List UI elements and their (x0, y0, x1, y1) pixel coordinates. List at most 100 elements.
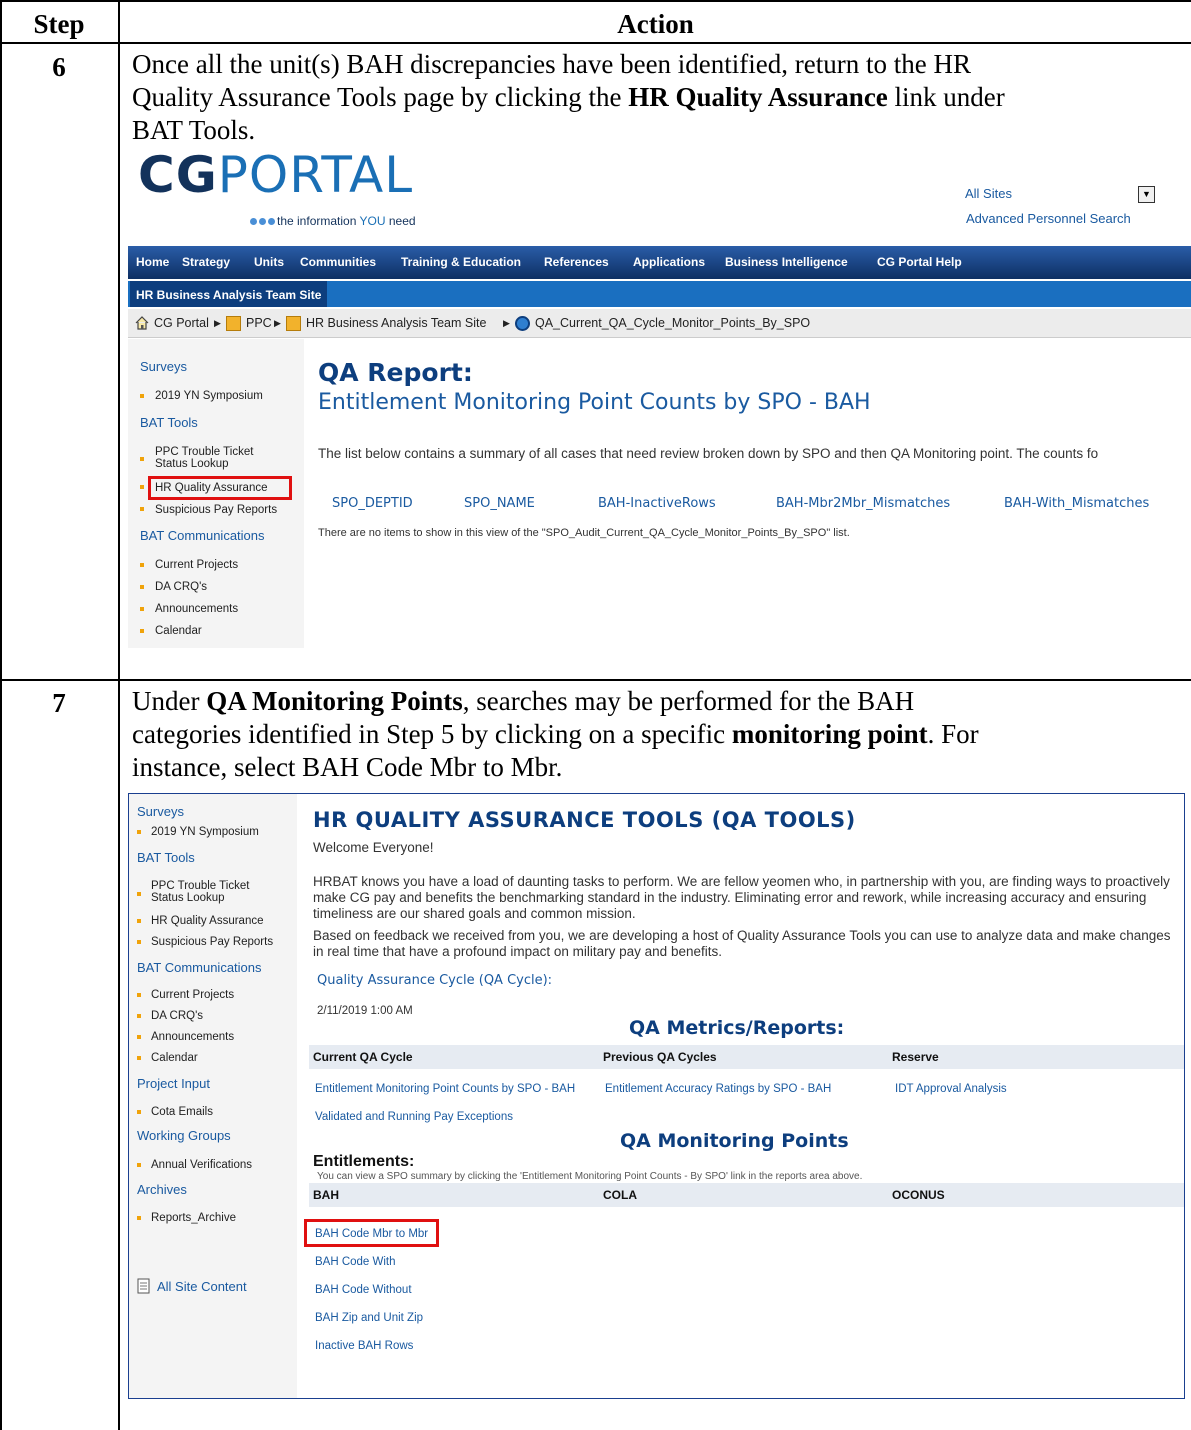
report-subtitle: Entitlement Monitoring Point Counts by S… (318, 390, 871, 415)
breadcrumb-hr-business-analysis-team-site[interactable]: HR Business Analysis Team Site (306, 316, 486, 330)
nav-ppc-trouble-ticket[interactable]: PPC Trouble Ticket Status Lookup (155, 446, 253, 470)
nav-current-projects[interactable]: Current Projects (155, 559, 238, 571)
document-icon (137, 1278, 150, 1294)
link-idt-approval-analysis[interactable]: IDT Approval Analysis (895, 1083, 1007, 1095)
nav-suspicious-pay-reports[interactable]: Suspicious Pay Reports (155, 504, 277, 516)
nav-bat-tools[interactable]: BAT Tools (137, 850, 195, 865)
bullet-icon (137, 993, 141, 997)
step-6-text: link under (887, 82, 1005, 112)
qa-monitoring-points-emphasis: QA Monitoring Points (206, 686, 463, 716)
nav-annual-verifications[interactable]: Annual Verifications (151, 1159, 252, 1171)
nav-suspicious-pay-reports[interactable]: Suspicious Pay Reports (151, 936, 273, 948)
nav-cg-portal-help[interactable]: CG Portal Help (877, 255, 962, 269)
bullet-icon (140, 507, 144, 511)
entitlements-header-row: BAH COLA OCONUS (309, 1183, 1184, 1207)
nav-2019-yn-symposium[interactable]: 2019 YN Symposium (155, 390, 263, 402)
step-6-text: Quality Assurance Tools page by clicking… (132, 82, 629, 112)
team-site-icon (286, 316, 301, 331)
bullet-icon (137, 892, 141, 896)
column-header-step: Step (33, 9, 85, 39)
bullet-icon (140, 585, 144, 589)
metrics-header-row: Current QA Cycle Previous QA Cycles Rese… (309, 1045, 1184, 1069)
nav-training-education[interactable]: Training & Education (401, 255, 521, 269)
nav-bat-communications[interactable]: BAT Communications (140, 528, 265, 543)
table-column-divider (118, 0, 120, 1430)
link-inactive-bah-rows[interactable]: Inactive BAH Rows (315, 1340, 413, 1352)
bullet-icon (137, 919, 141, 923)
nav-bat-communications[interactable]: BAT Communications (137, 960, 262, 975)
step-7-line-2: categories identified in Step 5 by click… (132, 719, 979, 749)
metrics-col-previous: Previous QA Cycles (603, 1050, 717, 1064)
nav-applications[interactable]: Applications (633, 255, 705, 269)
nav-calendar[interactable]: Calendar (151, 1052, 198, 1064)
link-validated-running-pay-exceptions[interactable]: Validated and Running Pay Exceptions (315, 1111, 513, 1123)
column-bah-with-mismatches[interactable]: BAH-With_Mismatches (1004, 496, 1149, 511)
chevron-down-icon[interactable]: ▼ (1138, 186, 1155, 203)
nav-references[interactable]: References (544, 255, 609, 269)
nav-da-crqs[interactable]: DA CRQ's (151, 1010, 203, 1022)
advanced-personnel-search-link[interactable]: Advanced Personnel Search (966, 211, 1131, 226)
nav-ppc-trouble-ticket[interactable]: PPC Trouble Ticket Status Lookup (151, 880, 249, 904)
tab-hr-business-analysis-team-site[interactable]: HR Business Analysis Team Site (130, 281, 328, 307)
all-site-content-link[interactable]: All Site Content (157, 1279, 247, 1294)
nav-archives[interactable]: Archives (137, 1182, 187, 1197)
nav-home[interactable]: Home (136, 255, 169, 269)
step-6-instruction: Once all the unit(s) BAH discrepancies h… (132, 48, 1182, 147)
nav-surveys[interactable]: Surveys (137, 804, 184, 819)
bullet-icon (137, 830, 141, 834)
step-6-line-3: BAT Tools. (132, 115, 256, 145)
bullet-icon (140, 394, 144, 398)
entitlements-heading: Entitlements: (313, 1153, 415, 1170)
screenshot-qa-tools: Surveys 2019 YN Symposium BAT Tools PPC … (128, 793, 1185, 1399)
nav-units[interactable]: Units (254, 255, 284, 269)
link-entitlement-accuracy-ratings[interactable]: Entitlement Accuracy Ratings by SPO - BA… (605, 1083, 831, 1095)
nav-cota-emails[interactable]: Cota Emails (151, 1106, 213, 1118)
breadcrumb-cg-portal[interactable]: CG Portal (154, 316, 209, 330)
table-border-top (0, 0, 1191, 2)
column-spo-name[interactable]: SPO_NAME (464, 496, 535, 511)
nav-strategy[interactable]: Strategy (182, 255, 230, 269)
portal-tagline: the information YOU need (250, 214, 416, 228)
nav-business-intelligence[interactable]: Business Intelligence (725, 255, 848, 269)
intro-paragraph: HRBAT knows you have a load of daunting … (313, 874, 1170, 921)
nav-hr-quality-assurance[interactable]: HR Quality Assurance (151, 915, 264, 927)
screenshot-qa-report: CGPORTAL the information YOU need All Si… (128, 150, 1191, 648)
nav-announcements[interactable]: Announcements (155, 603, 238, 615)
hr-quality-assurance-emphasis: HR Quality Assurance (628, 82, 888, 112)
column-spo-deptid[interactable]: SPO_DEPTID (332, 496, 413, 511)
link-bah-code-without[interactable]: BAH Code Without (315, 1284, 412, 1296)
page-title: HR QUALITY ASSURANCE TOOLS (QA TOOLS) (313, 808, 856, 832)
breadcrumb-separator-icon: ▶ (214, 318, 221, 328)
nav-2019-yn-symposium[interactable]: 2019 YN Symposium (151, 826, 259, 838)
link-bah-code-with[interactable]: BAH Code With (315, 1256, 396, 1268)
step-7-line-1: Under QA Monitoring Points, searches may… (132, 686, 915, 716)
step-7-line-3: instance, select BAH Code Mbr to Mbr. (132, 752, 563, 782)
column-bah-mbr2mbr-mismatches[interactable]: BAH-Mbr2Mbr_Mismatches (776, 496, 950, 511)
nav-project-input[interactable]: Project Input (137, 1076, 210, 1091)
breadcrumb-ppc[interactable]: PPC (246, 316, 272, 330)
nav-surveys[interactable]: Surveys (140, 359, 187, 374)
table-header-divider (0, 42, 1191, 44)
bullet-icon (140, 563, 144, 567)
link-bah-zip-and-unit-zip[interactable]: BAH Zip and Unit Zip (315, 1312, 423, 1324)
site-scope-value: All Sites (965, 186, 1012, 201)
highlight-hr-quality-assurance (148, 476, 292, 500)
nav-da-crqs[interactable]: DA CRQ's (155, 581, 207, 593)
link-entitlement-monitoring-point-counts[interactable]: Entitlement Monitoring Point Counts by S… (315, 1083, 575, 1095)
site-scope-select[interactable]: All Sites ▼ (961, 186, 1155, 205)
bullet-icon (140, 607, 144, 611)
feedback-paragraph: Based on feedback we received from you, … (313, 928, 1171, 959)
column-bah-inactive-rows[interactable]: BAH-InactiveRows (598, 496, 716, 511)
nav-announcements[interactable]: Announcements (151, 1031, 234, 1043)
step-6-line-1: Once all the unit(s) BAH discrepancies h… (132, 49, 971, 79)
nav-bat-tools[interactable]: BAT Tools (140, 415, 198, 430)
qa-cycle-date: 2/11/2019 1:00 AM (317, 1005, 413, 1017)
nav-reports-archive[interactable]: Reports_Archive (151, 1212, 236, 1224)
nav-communities[interactable]: Communities (300, 255, 376, 269)
bullet-icon (137, 1163, 141, 1167)
ent-col-oconus: OCONUS (892, 1188, 945, 1202)
nav-calendar[interactable]: Calendar (155, 625, 202, 637)
nav-working-groups[interactable]: Working Groups (137, 1128, 231, 1143)
bullet-icon (137, 1014, 141, 1018)
nav-current-projects[interactable]: Current Projects (151, 989, 234, 1001)
